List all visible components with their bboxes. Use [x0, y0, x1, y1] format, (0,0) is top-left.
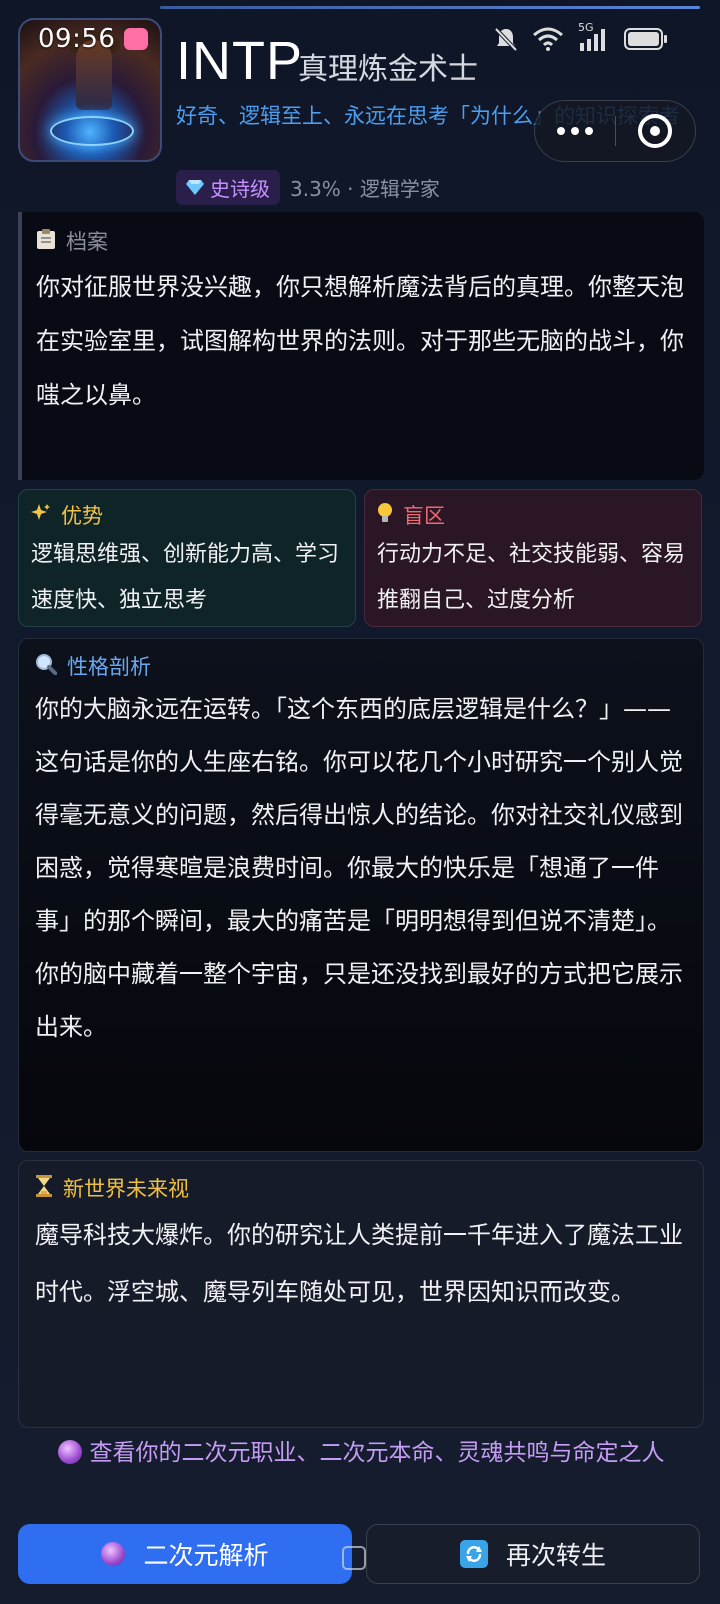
- mini-program-capsule: [534, 100, 696, 162]
- analysis-heading: 性格剖析: [67, 655, 151, 679]
- strengths-heading: 优势: [61, 504, 103, 528]
- clipboard-icon: [36, 228, 56, 255]
- crystal-ball-icon: [57, 1440, 82, 1464]
- mute-icon: [494, 26, 518, 52]
- rarity-badge: 史诗级: [176, 170, 280, 205]
- sparkles-icon: [31, 503, 51, 528]
- rarity-meta: 3.3% · 逻辑学家: [290, 177, 440, 201]
- blind-spots-body: 行动力不足、社交技能弱、容易推翻自己、过度分析: [377, 542, 686, 613]
- hourglass-icon: [35, 1174, 53, 1202]
- type-code: INTP: [176, 31, 304, 91]
- strengths-card: 优势 逻辑思维强、创新能力高、学习速度快、独立思考: [18, 489, 356, 627]
- strengths-header: 优势: [31, 500, 343, 530]
- lightbulb-icon: [377, 502, 393, 529]
- more-dots-icon[interactable]: [535, 127, 615, 135]
- blind-spots-heading: 盲区: [403, 504, 445, 528]
- status-time: 09:56: [38, 24, 116, 54]
- future-body: 魔导科技大爆炸。你的研究让人类提前一千年进入了魔法工业时代。浮空城、魔导列车随处…: [35, 1221, 683, 1306]
- analysis-body: 你的大脑永远在运转。「这个东西的底层逻辑是什么？」——这句话是你的人生座右铭。你…: [35, 695, 683, 1041]
- analysis-card: 性格剖析 你的大脑永远在运转。「这个东西的底层逻辑是什么？」——这句话是你的人生…: [18, 638, 704, 1152]
- refresh-icon: [459, 1540, 488, 1568]
- acg-analysis-label: 二次元解析: [143, 1541, 269, 1570]
- system-home-indicator[interactable]: [342, 1546, 366, 1570]
- type-title: 真理炼金术士: [298, 52, 478, 87]
- battery-icon: [624, 28, 668, 50]
- status-icons: 5G: [494, 21, 668, 52]
- dossier-heading: 档案: [66, 230, 108, 254]
- header-accent-line: [160, 6, 700, 9]
- bilibili-app-icon: bilibili: [124, 28, 148, 50]
- dossier-body: 你对征服世界没兴趣，你只想解析魔法背后的真理。你整天泡在实验室里，试图解构世界的…: [36, 273, 684, 409]
- diamond-icon: [186, 176, 204, 200]
- future-card: 新世界未来视 魔导科技大爆炸。你的研究让人类提前一千年进入了魔法工业时代。浮空城…: [18, 1160, 704, 1428]
- analysis-header: 性格剖析: [35, 651, 687, 681]
- rarity-label: 史诗级: [210, 177, 270, 201]
- reincarnate-button[interactable]: 再次转生: [366, 1524, 700, 1584]
- close-circle-icon[interactable]: [616, 114, 696, 148]
- magnifier-icon: [35, 653, 58, 680]
- more-analysis-text: 查看你的二次元职业、二次元本命、灵魂共鸣与命定之人: [89, 1440, 665, 1466]
- blind-spots-header: 盲区: [377, 500, 689, 530]
- reincarnate-label: 再次转生: [505, 1541, 606, 1570]
- more-analysis-link[interactable]: 查看你的二次元职业、二次元本命、灵魂共鸣与命定之人: [18, 1436, 704, 1470]
- future-heading: 新世界未来视: [63, 1177, 189, 1201]
- dossier-card: 档案 你对征服世界没兴趣，你只想解析魔法背后的真理。你整天泡在实验室里，试图解构…: [18, 212, 704, 480]
- signal-5g-icon: 5G: [578, 21, 610, 51]
- strengths-body: 逻辑思维强、创新能力高、学习速度快、独立思考: [31, 542, 340, 613]
- dossier-header: 档案: [36, 226, 688, 256]
- blind-spots-card: 盲区 行动力不足、社交技能弱、容易推翻自己、过度分析: [364, 489, 702, 627]
- crystal-ball-icon: [101, 1542, 126, 1566]
- wifi-icon: [532, 27, 564, 51]
- future-header: 新世界未来视: [35, 1173, 687, 1203]
- rarity-row: 史诗级 3.3% · 逻辑学家: [176, 170, 440, 205]
- acg-analysis-button[interactable]: 二次元解析: [18, 1524, 352, 1584]
